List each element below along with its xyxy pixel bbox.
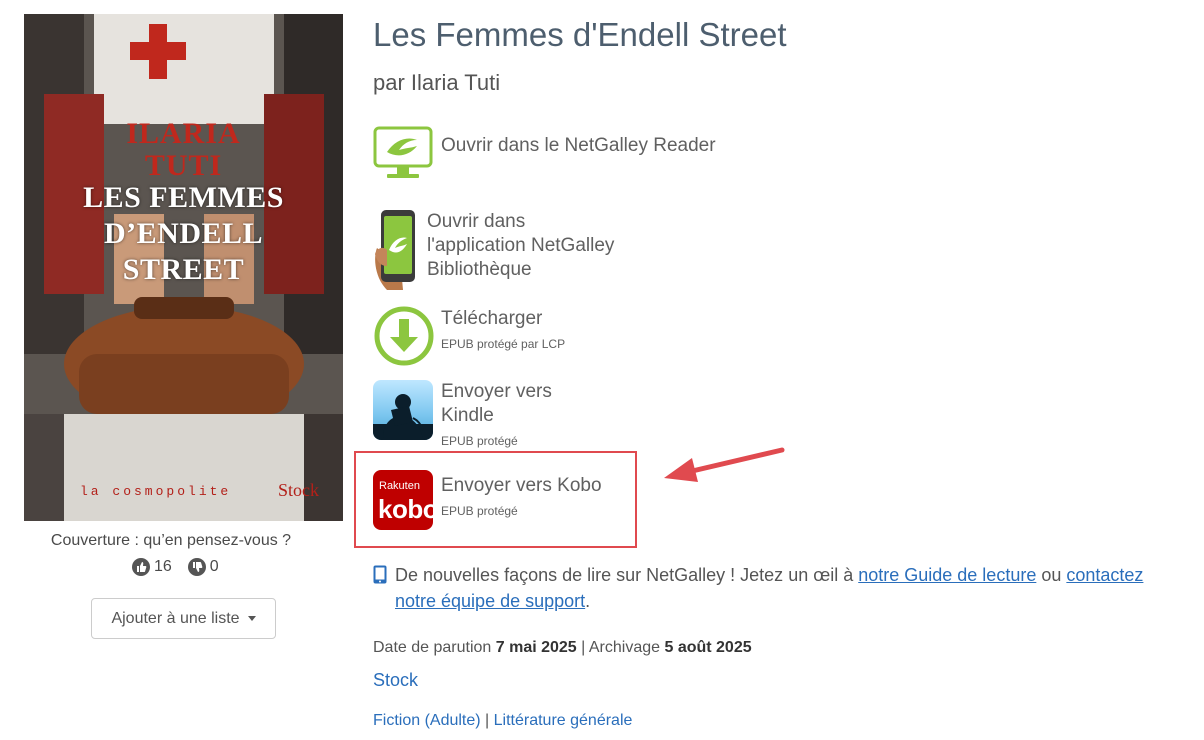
archive-date-value: 5 août 2025	[664, 639, 752, 656]
add-to-list-dropdown[interactable]: Ajouter à une liste	[91, 598, 276, 639]
tip-text-mid: ou	[1036, 565, 1067, 585]
book-title: Les Femmes d'Endell Street	[373, 16, 787, 53]
netgalley-reader-monitor-icon	[373, 126, 433, 178]
cover-feedback-prompt: Couverture : qu’en pensez-vous ?	[50, 532, 292, 549]
category-link-fiction[interactable]: Fiction (Adulte)	[373, 712, 481, 729]
dates-separator: |	[576, 639, 589, 656]
dislikes-count: 0	[209, 558, 219, 575]
reading-tip-text: De nouvelles façons de lire sur NetGalle…	[395, 562, 1163, 614]
publisher-link[interactable]: Stock	[373, 670, 418, 691]
tip-text-before: De nouvelles façons de lire sur NetGalle…	[395, 565, 859, 585]
tablet-icon	[373, 565, 387, 584]
thumbs-up-icon[interactable]	[132, 558, 150, 576]
send-to-kindle-option[interactable]: Envoyer vers Kindle EPUB protégé	[373, 380, 552, 448]
release-date-value: 7 mai 2025	[495, 639, 577, 656]
likes-count: 16	[154, 558, 172, 575]
caret-down-icon	[247, 616, 256, 621]
thumbs-down-icon[interactable]	[187, 558, 206, 576]
cover-publisher-text: Stock	[278, 480, 320, 500]
download-option[interactable]: Télécharger EPUB protégé par LCP	[373, 305, 565, 367]
download-arrow-icon	[374, 306, 434, 366]
tip-text-after: .	[585, 591, 591, 611]
cover-author-text: ILARIA TUTI	[126, 117, 241, 182]
send-to-kindle-label: Envoyer vers Kindle	[441, 381, 552, 426]
category-separator: |	[480, 712, 494, 729]
kobo-highlight-box	[354, 451, 637, 548]
release-date-label: Date de parution	[373, 639, 496, 656]
reading-guide-link[interactable]: notre Guide de lecture	[858, 565, 1036, 585]
reading-tip: De nouvelles façons de lire sur NetGalle…	[373, 562, 1163, 614]
book-cover[interactable]: ILARIA TUTI LES FEMMES D’ENDELL STREET l…	[24, 14, 343, 521]
archive-date-label: Archivage	[588, 639, 665, 656]
netgalley-app-phone-icon	[375, 210, 415, 290]
red-annotation-arrow	[664, 447, 785, 482]
add-to-list-label: Ajouter à une liste	[111, 609, 240, 627]
open-reader-label: Ouvrir dans le NetGalley Reader	[441, 135, 716, 156]
category-links: Fiction (Adulte) | Littérature générale	[373, 712, 632, 730]
publication-dates: Date de parution 7 mai 2025 | Archivage …	[373, 639, 752, 657]
category-link-general[interactable]: Littérature générale	[494, 712, 633, 729]
cover-collection-text: la cosmopolite	[80, 484, 232, 499]
kindle-format: EPUB protégé	[441, 434, 518, 448]
download-label: Télécharger	[441, 308, 543, 329]
cover-title-text: LES FEMMES D’ENDELL STREET	[83, 181, 284, 286]
open-app-label: Ouvrir dans l'application NetGalley Bibl…	[427, 211, 615, 280]
open-netgalley-reader-option[interactable]: Ouvrir dans le NetGalley Reader	[373, 126, 716, 182]
open-netgalley-app-option[interactable]: Ouvrir dans l'application NetGalley Bibl…	[373, 208, 614, 292]
cover-feedback-counts: 16 0	[132, 558, 219, 576]
kindle-reader-icon	[373, 380, 433, 440]
book-author: par Ilaria Tuti	[373, 70, 501, 95]
download-format: EPUB protégé par LCP	[441, 337, 566, 351]
